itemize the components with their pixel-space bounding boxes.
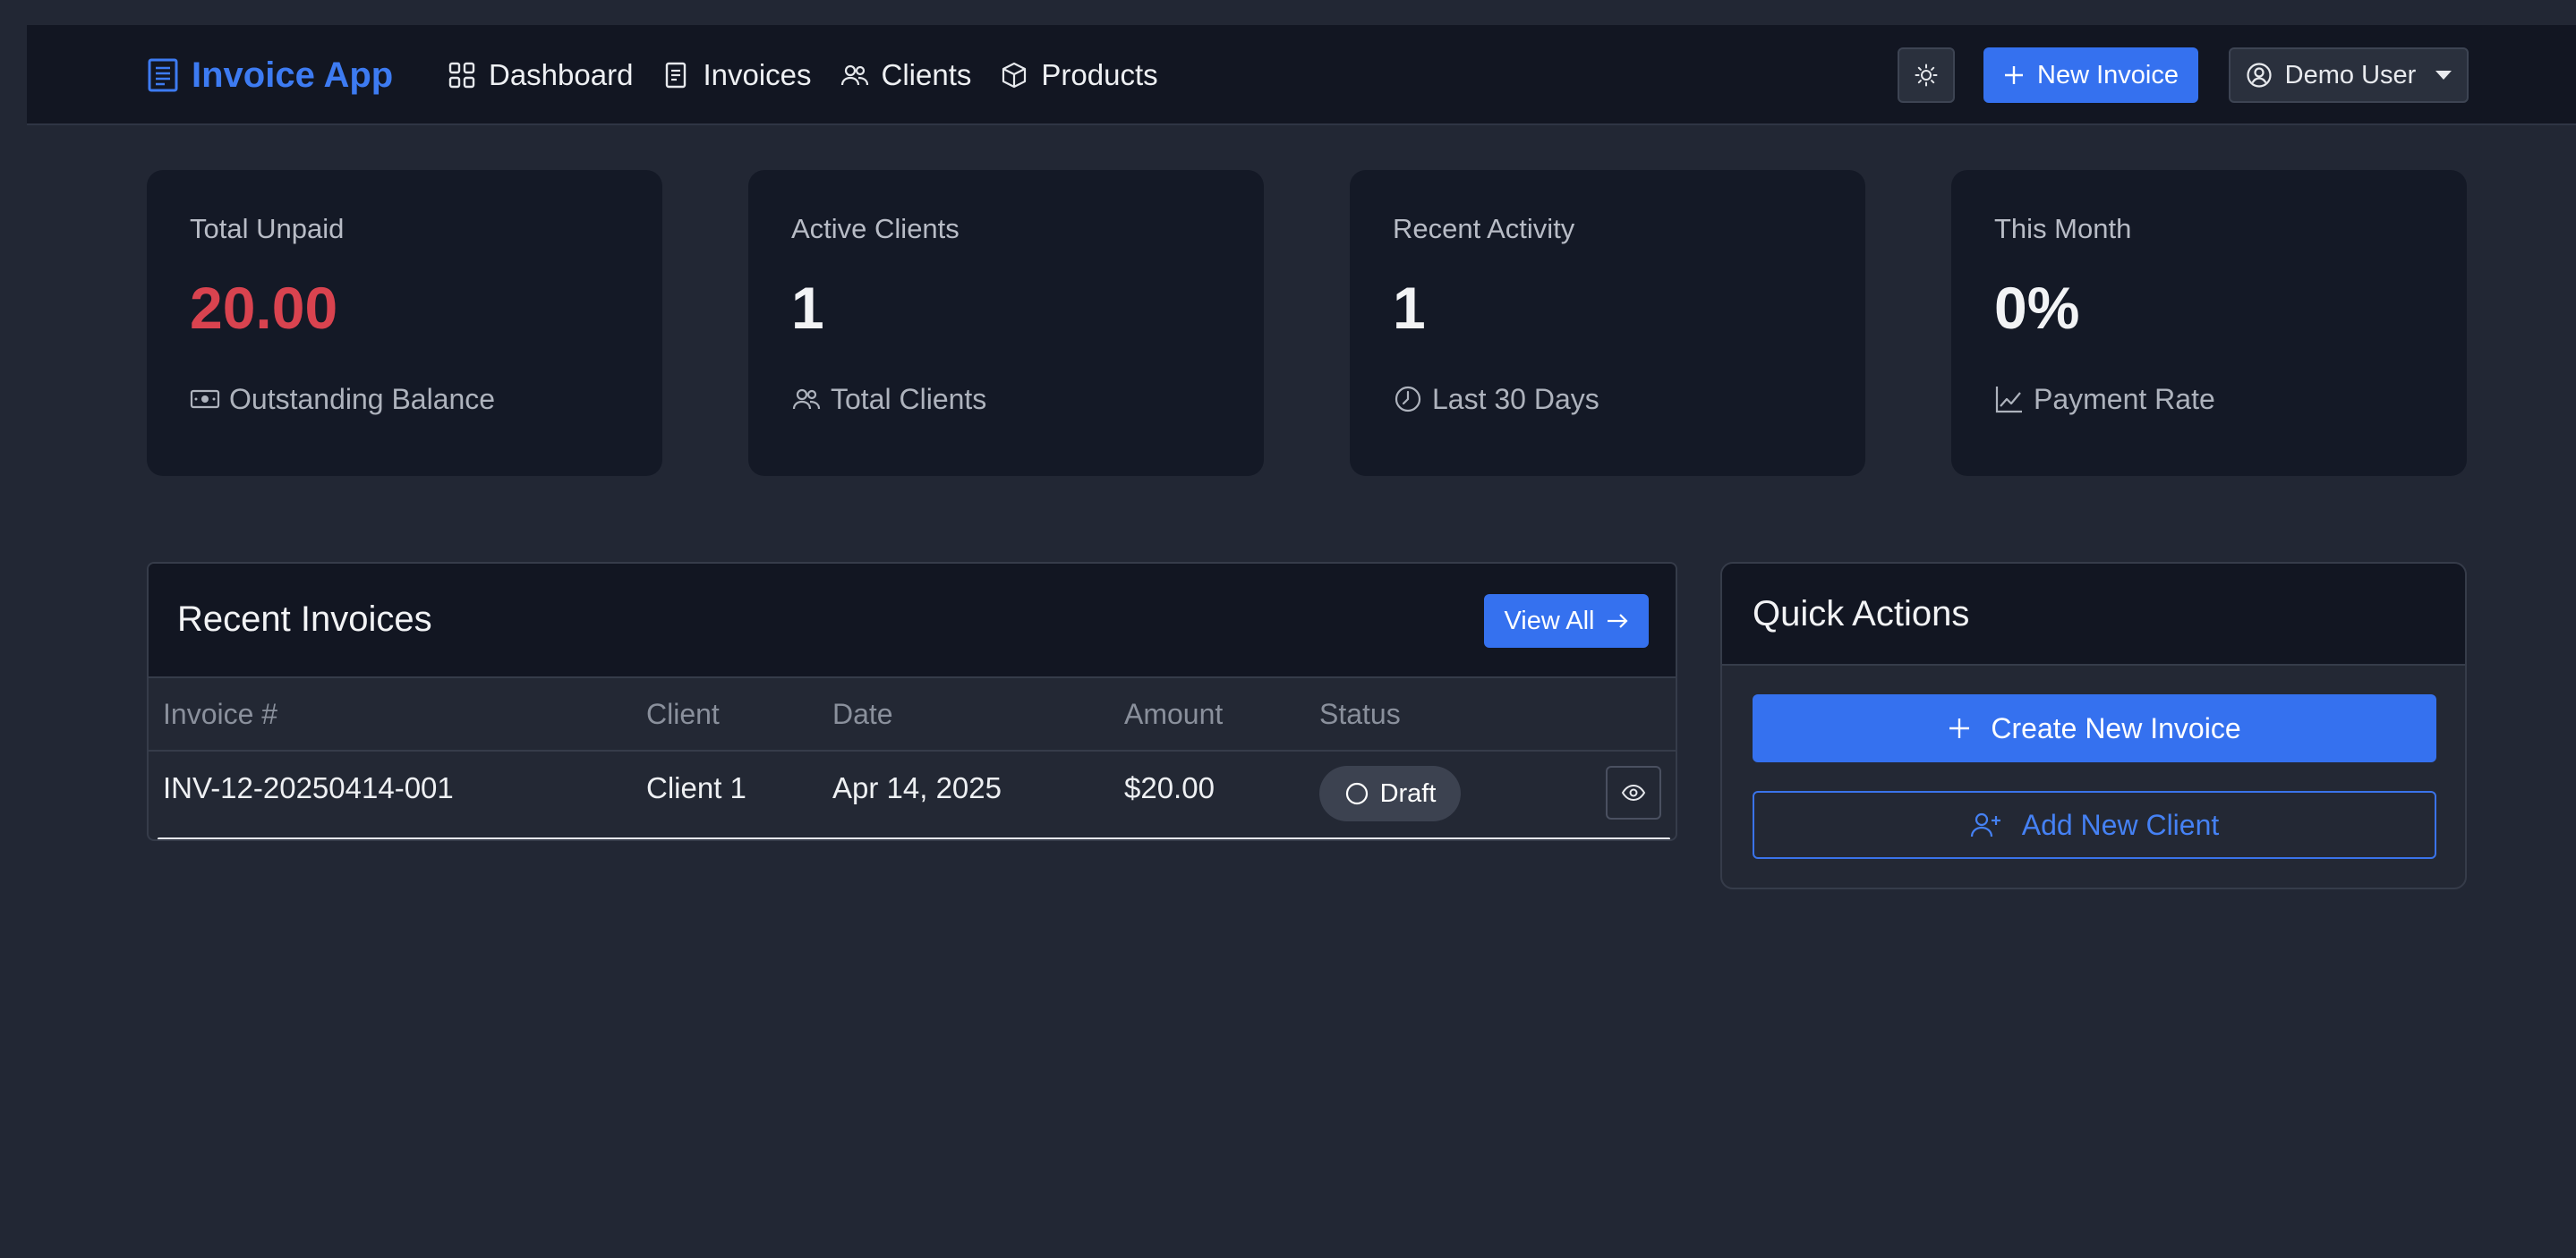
- nav-dashboard[interactable]: Dashboard: [448, 58, 633, 92]
- box-icon: [1000, 61, 1028, 89]
- plus-icon: [1948, 717, 1971, 740]
- new-invoice-label: New Invoice: [2037, 60, 2179, 89]
- chart-line-icon: [1994, 384, 2025, 414]
- stat-sub-text: Last 30 Days: [1432, 382, 1599, 415]
- user-name: Demo User: [2284, 60, 2417, 89]
- create-new-invoice-button[interactable]: Create New Invoice: [1753, 694, 2436, 762]
- stat-value: 20.00: [190, 275, 338, 341]
- stat-value: 0%: [1994, 275, 2080, 341]
- nav-clients[interactable]: Clients: [840, 58, 972, 92]
- user-plus-icon: [1970, 812, 2002, 838]
- create-new-invoice-label: Create New Invoice: [1991, 711, 2241, 744]
- people-icon: [791, 384, 822, 414]
- table-bottom-border: [158, 837, 1670, 839]
- recent-invoices-title: Recent Invoices: [177, 599, 432, 639]
- nav-products[interactable]: Products: [1000, 58, 1158, 92]
- column-header-invoice: Invoice #: [163, 698, 278, 730]
- navbar: Invoice App Dashboard Invoices Clients P…: [27, 25, 2576, 125]
- add-new-client-button[interactable]: Add New Client: [1753, 791, 2436, 859]
- new-invoice-button[interactable]: New Invoice: [1983, 47, 2198, 103]
- user-menu-button[interactable]: Demo User: [2229, 47, 2469, 103]
- invoice-date: Apr 14, 2025: [832, 771, 1002, 804]
- nav-dashboard-label: Dashboard: [489, 58, 634, 91]
- circle-icon: [1344, 781, 1369, 806]
- cash-icon: [190, 384, 220, 414]
- stat-label: Recent Activity: [1393, 213, 1575, 244]
- quick-actions-title: Quick Actions: [1753, 594, 1970, 633]
- clock-icon: [1393, 384, 1423, 414]
- column-header-client: Client: [646, 698, 720, 730]
- add-new-client-label: Add New Client: [2021, 808, 2220, 841]
- stat-value: 1: [1393, 275, 1426, 341]
- stat-label: Total Unpaid: [190, 213, 345, 244]
- quick-actions-header: Quick Actions: [1722, 564, 2465, 666]
- stat-sub-text: Outstanding Balance: [229, 382, 496, 415]
- people-icon: [840, 61, 869, 89]
- invoice-amount: $20.00: [1124, 771, 1215, 804]
- column-header-status: Status: [1319, 698, 1401, 730]
- document-icon: [661, 61, 690, 89]
- status-badge: Draft: [1319, 766, 1461, 821]
- stat-sub: Last 30 Days: [1393, 381, 1599, 417]
- stat-label: This Month: [1994, 213, 2132, 244]
- stat-label: Active Clients: [791, 213, 960, 244]
- column-header-amount: Amount: [1124, 698, 1224, 730]
- view-all-label: View All: [1504, 606, 1595, 635]
- stat-card-active-clients: Active Clients 1 Total Clients: [748, 170, 1264, 476]
- view-invoice-button[interactable]: [1606, 766, 1661, 820]
- quick-actions-card: Quick Actions Create New Invoice Add New…: [1720, 562, 2467, 889]
- status-label: Draft: [1379, 778, 1437, 808]
- brand[interactable]: Invoice App: [147, 54, 393, 97]
- recent-invoices-card: Recent Invoices View All Invoice # Clien…: [147, 562, 1677, 841]
- user-circle-icon: [2246, 62, 2273, 89]
- brand-name: Invoice App: [192, 55, 394, 95]
- receipt-icon: [147, 57, 179, 93]
- theme-toggle-button[interactable]: [1898, 47, 1955, 103]
- eye-icon: [1621, 784, 1646, 802]
- nav-clients-label: Clients: [881, 58, 972, 91]
- nav-invoices-label: Invoices: [703, 58, 812, 91]
- view-all-button[interactable]: View All: [1484, 594, 1649, 648]
- stat-card-this-month: This Month 0% Payment Rate: [1951, 170, 2467, 476]
- plus-icon: [2003, 64, 2025, 86]
- stat-sub-text: Payment Rate: [2034, 382, 2215, 415]
- sun-icon: [1915, 64, 1938, 87]
- nav-products-label: Products: [1041, 58, 1158, 91]
- arrow-right-icon: [1606, 612, 1629, 630]
- stat-sub-text: Total Clients: [831, 382, 987, 415]
- chevron-down-icon: [2435, 71, 2452, 80]
- stat-sub: Total Clients: [791, 381, 986, 417]
- stat-value: 1: [791, 275, 824, 341]
- stat-sub: Outstanding Balance: [190, 381, 495, 417]
- recent-invoices-header: Recent Invoices View All: [149, 564, 1676, 678]
- invoice-client: Client 1: [646, 771, 746, 804]
- stat-card-total-unpaid: Total Unpaid 20.00 Outstanding Balance: [147, 170, 662, 476]
- grid-icon: [448, 61, 476, 89]
- nav-links: Dashboard Invoices Clients Products: [448, 54, 1187, 97]
- stat-sub: Payment Rate: [1994, 381, 2215, 417]
- invoice-number[interactable]: INV-12-20250414-001: [163, 771, 454, 805]
- table-header-divider: [149, 750, 1676, 752]
- stat-card-recent-activity: Recent Activity 1 Last 30 Days: [1350, 170, 1865, 476]
- nav-invoices[interactable]: Invoices: [661, 58, 812, 92]
- column-header-date: Date: [832, 698, 893, 730]
